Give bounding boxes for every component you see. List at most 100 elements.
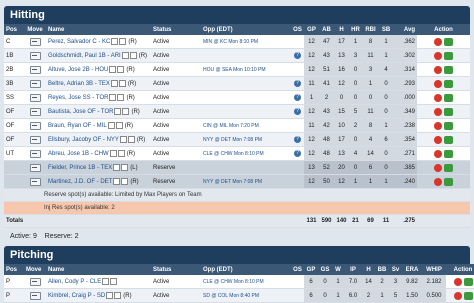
news-icon[interactable] bbox=[113, 163, 121, 171]
help-icon[interactable]: ? bbox=[294, 52, 301, 59]
drop-player-icon[interactable] bbox=[434, 163, 442, 172]
opponent-cell[interactable]: NYY @ DET Mon 7:08 PM bbox=[201, 174, 291, 189]
pitching-header-4[interactable]: Opp (EDT) bbox=[201, 264, 291, 275]
trade-player-icon[interactable] bbox=[444, 51, 453, 60]
pitching-header-15[interactable]: Action bbox=[446, 264, 474, 275]
news-icon[interactable] bbox=[121, 51, 129, 59]
drop-player-icon[interactable] bbox=[434, 121, 442, 130]
notes-icon[interactable] bbox=[129, 51, 137, 59]
pitching-header-13[interactable]: ERA bbox=[402, 264, 422, 275]
help-icon[interactable]: ? bbox=[294, 80, 301, 87]
drop-player-icon[interactable] bbox=[434, 37, 442, 46]
opponent-cell[interactable] bbox=[201, 160, 291, 175]
notes-icon[interactable] bbox=[117, 65, 125, 73]
news-icon[interactable] bbox=[102, 277, 110, 285]
move-icon[interactable] bbox=[29, 65, 41, 74]
hitting-header-9[interactable]: HR bbox=[349, 24, 362, 35]
player-name-link[interactable]: Abreu, Jose 1B - CHW bbox=[48, 151, 109, 157]
pitching-header-1[interactable]: Move bbox=[24, 264, 46, 275]
move-icon[interactable] bbox=[29, 177, 41, 186]
pitching-header-12[interactable]: Sv bbox=[389, 264, 402, 275]
player-name-link[interactable]: Altuve, Jose 2B - HOU bbox=[48, 67, 108, 73]
news-icon[interactable] bbox=[114, 107, 122, 115]
pitching-header-7[interactable]: GS bbox=[318, 264, 332, 275]
drop-player-icon[interactable] bbox=[434, 177, 442, 186]
hitting-header-10[interactable]: RBI bbox=[362, 24, 379, 35]
trade-player-icon[interactable] bbox=[444, 79, 453, 88]
pitching-header-8[interactable]: W bbox=[332, 264, 344, 275]
news-icon[interactable] bbox=[109, 65, 117, 73]
hitting-header-4[interactable]: Opp (EDT) bbox=[201, 24, 291, 35]
drop-player-icon[interactable] bbox=[434, 107, 442, 116]
pitching-header-2[interactable]: Name bbox=[46, 264, 151, 275]
hitting-header-0[interactable]: Pos bbox=[4, 24, 24, 35]
help-icon[interactable]: ? bbox=[294, 108, 301, 115]
player-name-link[interactable]: Allen, Cody P - CLE bbox=[48, 279, 101, 285]
news-icon[interactable] bbox=[119, 135, 127, 143]
move-icon[interactable] bbox=[29, 79, 41, 88]
player-name-link[interactable]: Kimbrel, Craig P - SD bbox=[48, 293, 105, 299]
move-icon[interactable] bbox=[29, 163, 41, 172]
news-icon[interactable] bbox=[109, 149, 117, 157]
notes-icon[interactable] bbox=[114, 291, 122, 299]
notes-icon[interactable] bbox=[122, 107, 130, 115]
opponent-cell[interactable] bbox=[201, 104, 291, 119]
drop-player-icon[interactable] bbox=[434, 79, 442, 88]
move-icon[interactable] bbox=[29, 149, 41, 158]
notes-icon[interactable] bbox=[117, 149, 125, 157]
hitting-header-2[interactable]: Name bbox=[46, 24, 151, 35]
pitching-header-10[interactable]: H bbox=[362, 264, 375, 275]
trade-player-icon[interactable] bbox=[444, 149, 453, 158]
player-name-link[interactable]: Ellsbury, Jacoby OF - NYY bbox=[48, 137, 119, 143]
drop-player-icon[interactable] bbox=[453, 277, 462, 286]
help-icon[interactable]: ? bbox=[294, 150, 301, 157]
pitching-header-5[interactable]: OS bbox=[291, 264, 304, 275]
help-icon[interactable]: ? bbox=[294, 94, 301, 101]
player-name-link[interactable]: Braun, Ryan OF - MIL bbox=[48, 123, 107, 129]
trade-player-icon[interactable] bbox=[444, 65, 453, 74]
opponent-cell[interactable]: MIN @ KC Mon 8:10 PM bbox=[201, 35, 291, 49]
notes-icon[interactable] bbox=[110, 277, 118, 285]
news-icon[interactable] bbox=[109, 93, 117, 101]
drop-player-icon[interactable] bbox=[434, 65, 442, 74]
move-icon[interactable] bbox=[29, 51, 41, 60]
notes-icon[interactable] bbox=[119, 37, 127, 45]
pitching-header-6[interactable]: GP bbox=[304, 264, 318, 275]
pitching-header-3[interactable]: Status bbox=[151, 264, 201, 275]
move-icon[interactable] bbox=[29, 135, 41, 144]
player-name-link[interactable]: Goldschmidt, Paul 1B - ARI bbox=[48, 53, 121, 59]
opponent-cell[interactable] bbox=[201, 48, 291, 63]
trade-player-icon[interactable] bbox=[444, 121, 453, 130]
opponent-cell[interactable]: CIN @ MIL Mon 7:20 PM bbox=[201, 118, 291, 133]
trade-player-icon[interactable] bbox=[444, 135, 453, 144]
hitting-header-8[interactable]: H bbox=[334, 24, 349, 35]
opponent-cell[interactable]: CLE @ CHW Mon 8:10 PM bbox=[201, 146, 291, 161]
hitting-header-7[interactable]: AB bbox=[319, 24, 334, 35]
player-name-link[interactable]: Perez, Salvador C - KC bbox=[48, 39, 110, 45]
notes-icon[interactable] bbox=[127, 135, 135, 143]
help-icon[interactable]: ? bbox=[294, 136, 301, 143]
pitching-header-11[interactable]: BB bbox=[375, 264, 389, 275]
notes-icon[interactable] bbox=[117, 93, 125, 101]
trade-player-icon[interactable] bbox=[444, 163, 453, 172]
opponent-cell[interactable]: CLE @ CHW Mon 8:10 PM bbox=[201, 275, 291, 289]
news-icon[interactable] bbox=[106, 291, 114, 299]
player-name-link[interactable]: Beltre, Adrian 3B - TEX bbox=[48, 81, 110, 87]
player-name-link[interactable]: Martinez, J.D. OF - DET bbox=[48, 179, 112, 185]
opponent-cell[interactable]: NYY @ DET Mon 7:08 PM bbox=[201, 132, 291, 147]
hitting-header-11[interactable]: SB bbox=[379, 24, 393, 35]
move-icon[interactable] bbox=[29, 277, 41, 286]
hitting-header-5[interactable]: OS bbox=[291, 24, 304, 35]
news-icon[interactable] bbox=[113, 177, 121, 185]
opponent-cell[interactable] bbox=[201, 76, 291, 91]
trade-player-icon[interactable] bbox=[444, 177, 453, 186]
pitching-header-0[interactable]: Pos bbox=[4, 264, 24, 275]
drop-player-icon[interactable] bbox=[434, 93, 442, 102]
move-icon[interactable] bbox=[29, 93, 41, 102]
notes-icon[interactable] bbox=[115, 121, 123, 129]
player-name-link[interactable]: Reyes, Jose SS - TOR bbox=[48, 95, 108, 101]
hitting-header-1[interactable]: Move bbox=[24, 24, 46, 35]
trade-player-icon[interactable] bbox=[444, 37, 453, 46]
player-name-link[interactable]: Fielder, Prince 1B - TEX bbox=[48, 165, 112, 171]
news-icon[interactable] bbox=[111, 37, 119, 45]
